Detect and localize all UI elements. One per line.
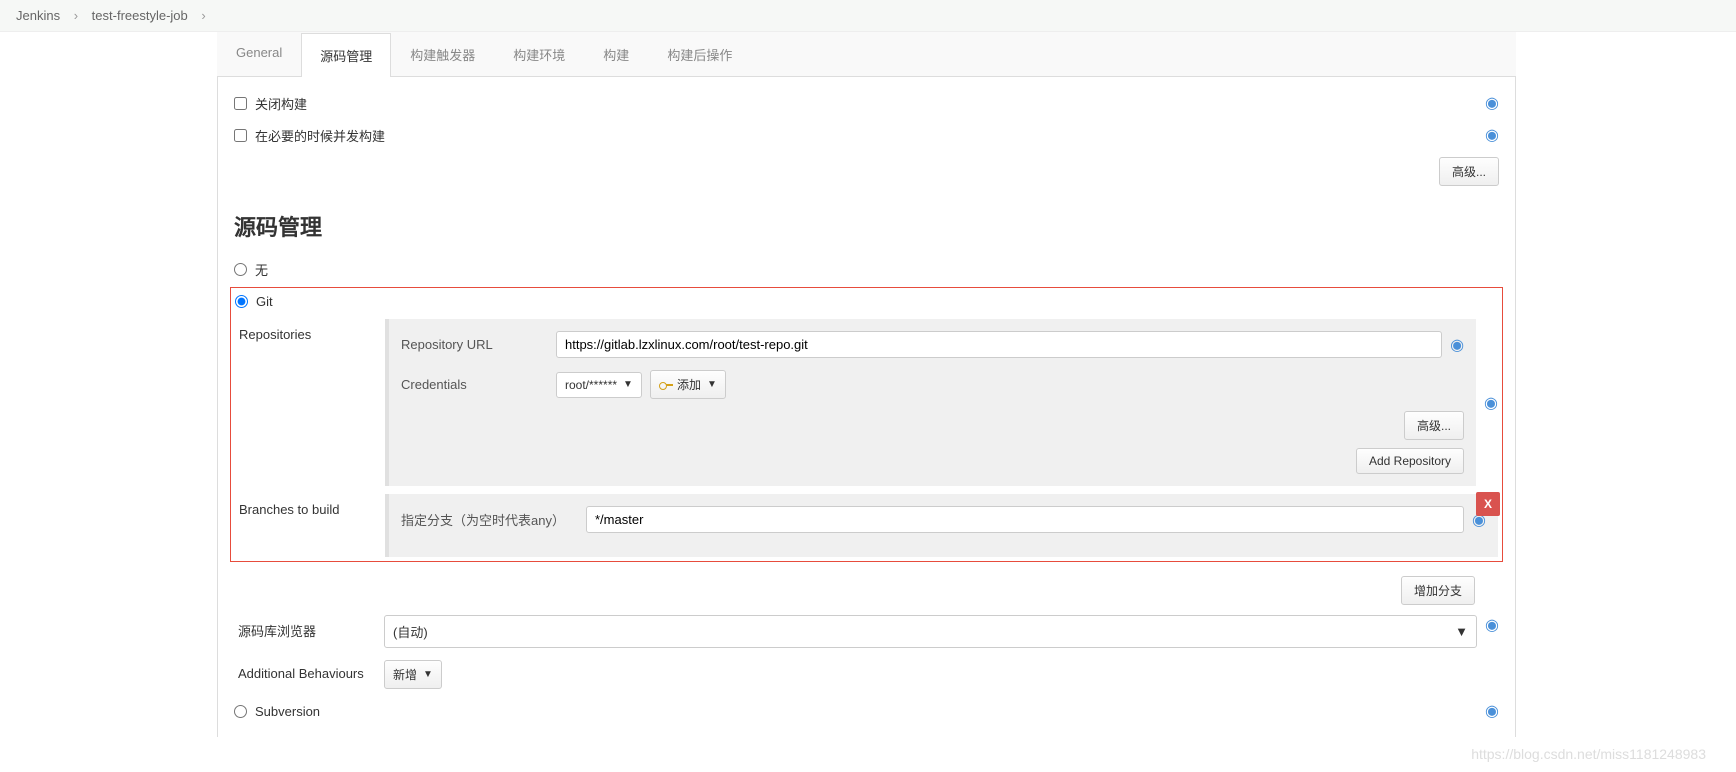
chevron-down-icon: ▼ (423, 669, 433, 680)
delete-branch-button[interactable]: X (1476, 492, 1500, 516)
breadcrumb-root[interactable]: Jenkins (16, 8, 60, 23)
breadcrumb-job[interactable]: test-freestyle-job (92, 8, 188, 23)
repositories-panel: Repository URL ◉ Credentials root/******… (385, 319, 1476, 486)
scm-git-radio[interactable] (235, 295, 248, 308)
additional-label: Additional Behaviours (234, 660, 384, 689)
scm-git-label: Git (256, 294, 273, 309)
advanced-button[interactable]: 高级... (1439, 157, 1499, 186)
additional-add-button[interactable]: 新增▼ (384, 660, 442, 689)
add-branch-button[interactable]: 增加分支 (1401, 576, 1475, 605)
repositories-label: Repositories (235, 319, 385, 486)
branches-panel: X 指定分支（为空时代表any） ◉ (385, 494, 1498, 557)
disable-build-label: 关闭构建 (255, 94, 1477, 113)
repo-url-input[interactable] (556, 331, 1442, 358)
help-icon[interactable]: ◉ (1485, 701, 1499, 721)
help-icon[interactable]: ◉ (1485, 125, 1499, 145)
scm-none-label: 无 (255, 260, 268, 279)
branch-spec-input[interactable] (586, 506, 1464, 533)
breadcrumb-sep-icon: › (201, 8, 205, 23)
key-icon (659, 381, 673, 389)
credentials-select[interactable]: root/******▼ (556, 372, 642, 398)
config-tabs: General 源码管理 构建触发器 构建环境 构建 构建后操作 (217, 32, 1516, 77)
chevron-down-icon: ▼ (623, 379, 633, 390)
branches-label: Branches to build (235, 494, 385, 557)
help-icon[interactable]: ◉ (1485, 615, 1499, 635)
chevron-down-icon: ▼ (1455, 624, 1468, 639)
tab-postbuild[interactable]: 构建后操作 (648, 32, 751, 76)
add-credentials-button[interactable]: 添加 ▼ (650, 370, 726, 399)
help-icon[interactable]: ◉ (1484, 393, 1498, 413)
scm-heading: 源码管理 (230, 192, 1503, 254)
breadcrumb: Jenkins › test-freestyle-job › (0, 0, 1736, 32)
git-highlight-box: Git Repositories Repository URL ◉ Creden… (230, 287, 1503, 562)
breadcrumb-sep-icon: › (74, 8, 78, 23)
add-repository-button[interactable]: Add Repository (1356, 448, 1464, 474)
tab-environment[interactable]: 构建环境 (494, 32, 584, 76)
tab-general[interactable]: General (217, 32, 301, 76)
help-icon[interactable]: ◉ (1485, 93, 1499, 113)
repo-advanced-button[interactable]: 高级... (1404, 411, 1464, 440)
browser-label: 源码库浏览器 (234, 615, 384, 648)
browser-select[interactable]: (自动) ▼ (384, 615, 1477, 648)
scm-subversion-label: Subversion (255, 704, 1477, 719)
help-icon[interactable]: ◉ (1450, 335, 1464, 355)
watermark: https://blog.csdn.net/miss1181248983 (1471, 746, 1706, 762)
concurrent-build-label: 在必要的时候并发构建 (255, 126, 1477, 145)
credentials-label: Credentials (401, 377, 556, 392)
concurrent-build-checkbox[interactable] (234, 129, 247, 142)
scm-subversion-radio[interactable] (234, 705, 247, 718)
tab-scm[interactable]: 源码管理 (301, 33, 391, 77)
tab-triggers[interactable]: 构建触发器 (391, 32, 494, 76)
repo-url-label: Repository URL (401, 337, 556, 352)
chevron-down-icon: ▼ (707, 379, 717, 390)
tab-build[interactable]: 构建 (584, 32, 648, 76)
branch-spec-label: 指定分支（为空时代表any） (401, 510, 586, 529)
disable-build-checkbox[interactable] (234, 97, 247, 110)
scm-none-radio[interactable] (234, 263, 247, 276)
